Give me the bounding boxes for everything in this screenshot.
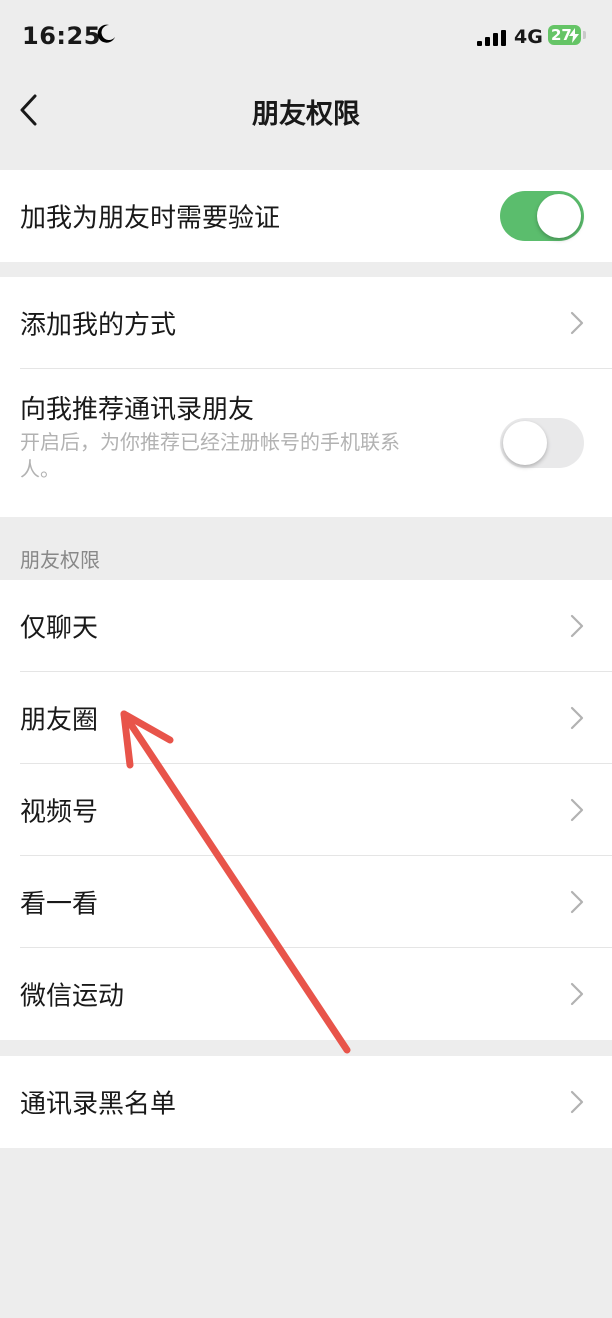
signal-icon [477,30,506,46]
chevron-right-icon [570,982,584,1006]
list-item-label: 视频号 [20,797,99,828]
blacklist-label: 通讯录黑名单 [20,1089,177,1120]
permission-item-moments[interactable]: 朋友圈 [0,672,612,764]
chevron-right-icon [570,1090,584,1114]
toggle-knob [537,194,581,238]
network-type: 4G [514,26,543,48]
list-item-label: 看一看 [20,889,99,920]
recommend-description: 开启后，为你推荐已经注册帐号的手机联系人。 [20,430,400,481]
list-item-label: 朋友圈 [20,705,99,736]
battery-charging-icon: 27 [548,25,588,47]
chevron-right-icon [570,890,584,914]
list-item-label: 微信运动 [20,981,125,1012]
status-bar: 16:25 4G 27 [0,0,612,78]
chevron-right-icon [570,614,584,638]
recommend-title: 向我推荐通讯录朋友 [20,395,255,425]
chevron-right-icon [570,798,584,822]
permission-item-channels[interactable]: 视频号 [0,764,612,856]
blacklist-row[interactable]: 通讯录黑名单 [0,1056,612,1148]
page-title: 朋友权限 [252,99,360,130]
list-item-label: 仅聊天 [20,613,99,644]
blacklist-group: 通讯录黑名单 [0,1056,612,1148]
add-methods-row[interactable]: 添加我的方式 [0,277,612,369]
recommend-toggle[interactable] [500,418,584,468]
charging-bolt-icon [569,28,579,43]
permission-item-chat-only[interactable]: 仅聊天 [0,580,612,672]
nav-bar: 朋友权限 [0,78,612,142]
permissions-group: 仅聊天 朋友圈 视频号 看一看 微信运动 [0,580,612,1040]
add-methods-label: 添加我的方式 [20,310,177,341]
permission-item-wechat-sport[interactable]: 微信运动 [0,948,612,1040]
verify-toggle[interactable] [500,191,584,241]
moon-icon [97,24,115,43]
chevron-right-icon [570,311,584,335]
chevron-right-icon [570,706,584,730]
recommend-contacts-row: 向我推荐通讯录朋友 开启后，为你推荐已经注册帐号的手机联系人。 [0,369,612,517]
status-time: 16:25 [22,22,101,50]
section-header-permissions: 朋友权限 [20,548,100,572]
add-methods-group: 添加我的方式 向我推荐通讯录朋友 开启后，为你推荐已经注册帐号的手机联系人。 [0,277,612,517]
toggle-knob [503,421,547,465]
permission-item-top-stories[interactable]: 看一看 [0,856,612,948]
verify-group: 加我为朋友时需要验证 [0,170,612,262]
verify-row: 加我为朋友时需要验证 [0,170,612,262]
verify-label: 加我为朋友时需要验证 [20,203,281,234]
